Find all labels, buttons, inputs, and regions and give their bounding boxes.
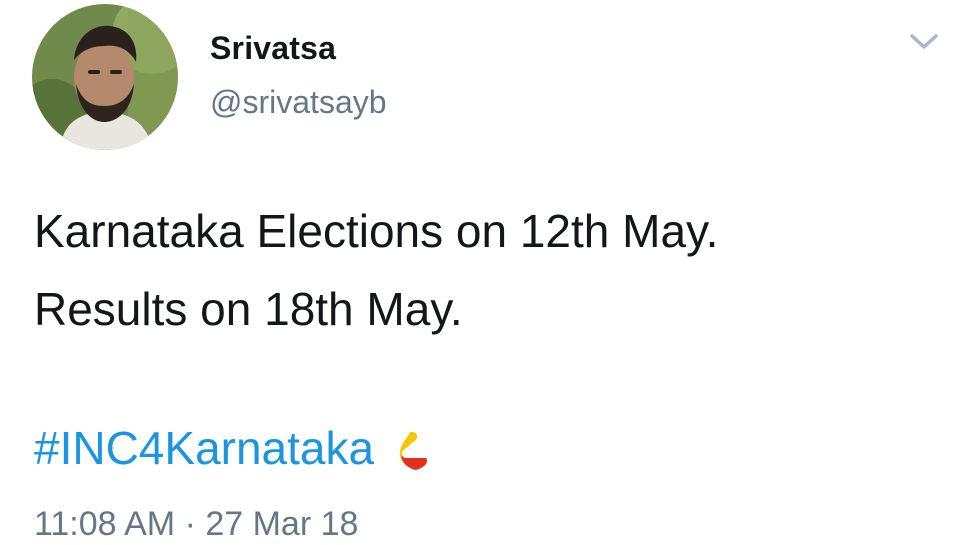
avatar[interactable] (32, 4, 178, 150)
tweet-timestamp[interactable]: 11:08 AM · 27 Mar 18 (34, 505, 358, 544)
author-display-name[interactable]: Srivatsa (210, 30, 336, 67)
chevron-down-icon[interactable] (904, 26, 944, 56)
karnataka-map-flag-icon (399, 431, 428, 470)
tweet-text: Karnataka Elections on 12th May. Results… (34, 192, 944, 348)
tweet-card: Srivatsa @srivatsayb Karnataka Elections… (0, 0, 970, 545)
tweet-text-line: Results on 18th May. (34, 283, 463, 335)
avatar-photo (32, 4, 178, 150)
author-handle[interactable]: @srivatsayb (210, 84, 387, 121)
hashtag-row: #INC4Karnataka (34, 416, 430, 480)
tweet-text-line: Karnataka Elections on 12th May. (34, 205, 719, 257)
hashtag-link[interactable]: #INC4Karnataka (34, 421, 374, 475)
